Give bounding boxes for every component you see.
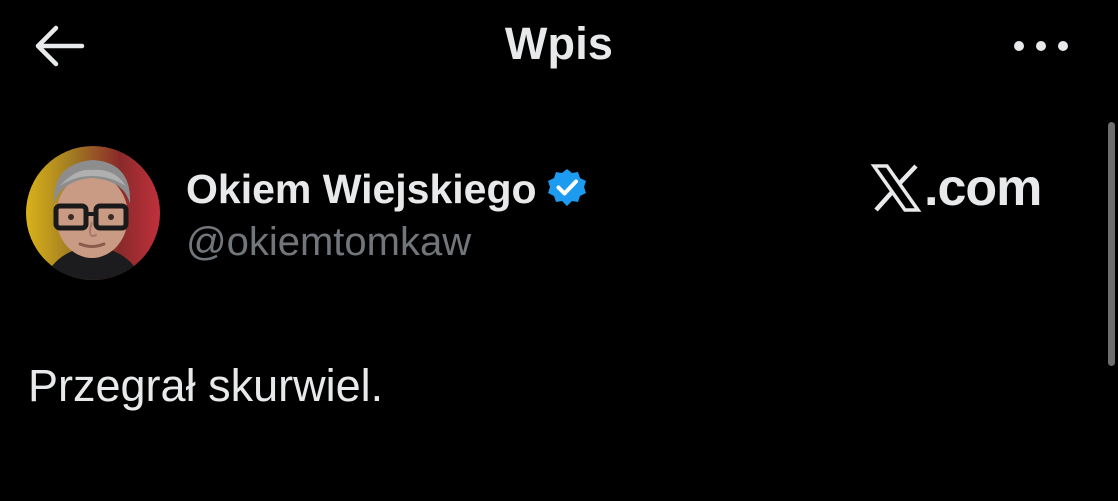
- author-handle[interactable]: @okiemtomkaw: [186, 220, 471, 265]
- author-name-row: Okiem Wiejskiego: [186, 166, 589, 216]
- scrollbar[interactable]: [1108, 122, 1115, 366]
- author-display-name[interactable]: Okiem Wiejskiego: [186, 166, 537, 213]
- post-detail-screen: Wpis Okiem Wiejskiego @okiemtomkaw .com …: [0, 0, 1118, 501]
- more-horizontal-icon: [1014, 41, 1068, 51]
- watermark-domain-suffix: .com: [924, 159, 1042, 217]
- page-title: Wpis: [504, 18, 614, 69]
- profile-photo: [26, 146, 160, 280]
- watermark: .com: [870, 158, 1066, 222]
- top-bar: Wpis: [0, 0, 1118, 92]
- post-text: Przegrał skurwiel.: [28, 360, 384, 411]
- more-options-button[interactable]: [1004, 24, 1078, 68]
- verified-badge-icon: [545, 166, 589, 210]
- x-logo-icon: [870, 162, 922, 214]
- avatar[interactable]: [26, 146, 160, 280]
